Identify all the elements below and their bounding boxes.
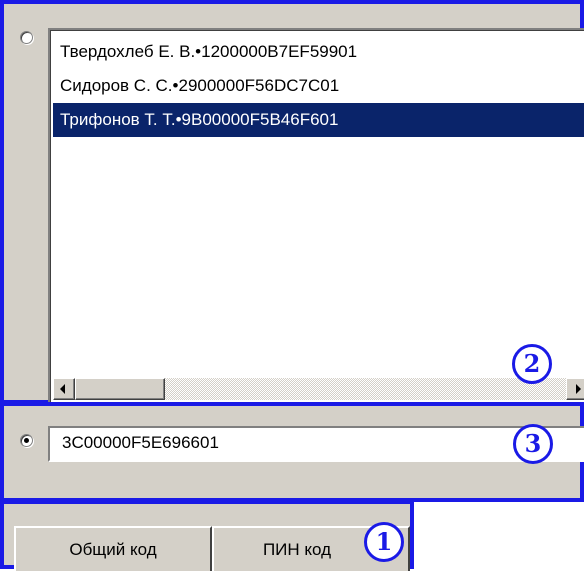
- annotation-marker-1: 1: [364, 522, 404, 562]
- code-entry-radio[interactable]: [20, 434, 33, 447]
- left-arrow-icon: [60, 384, 65, 394]
- scrollbar-thumb[interactable]: [75, 378, 165, 400]
- certificate-list-radio[interactable]: [20, 31, 33, 44]
- tab-pin-code-label: ПИН код: [262, 540, 332, 559]
- certificate-listbox[interactable]: Твердохлеб Е. В.•1200000B7EF59901 Сидоро…: [48, 28, 584, 404]
- right-arrow-icon: [576, 384, 581, 394]
- horizontal-scrollbar[interactable]: [53, 378, 584, 400]
- scroll-left-button[interactable]: [53, 378, 75, 400]
- list-item-selected[interactable]: Трифонов Т. Т.•9B00000F5B46F601: [53, 103, 584, 137]
- annotation-marker-2: 2: [512, 344, 552, 384]
- tabs-panel: Общий код ПИН код 1: [0, 500, 414, 571]
- annotation-marker-3: 3: [513, 424, 553, 464]
- code-input[interactable]: 3C00000F5E696601: [48, 426, 584, 462]
- scroll-right-button[interactable]: [566, 378, 584, 400]
- code-entry-panel: 3C00000F5E696601 3: [0, 402, 584, 502]
- tab-common-code[interactable]: Общий код: [14, 526, 212, 571]
- certificate-list-panel: Твердохлеб Е. В.•1200000B7EF59901 Сидоро…: [0, 0, 584, 404]
- list-item[interactable]: Сидоров С. С.•2900000F56DC7C01: [60, 69, 339, 103]
- list-item[interactable]: Твердохлеб Е. В.•1200000B7EF59901: [60, 35, 357, 69]
